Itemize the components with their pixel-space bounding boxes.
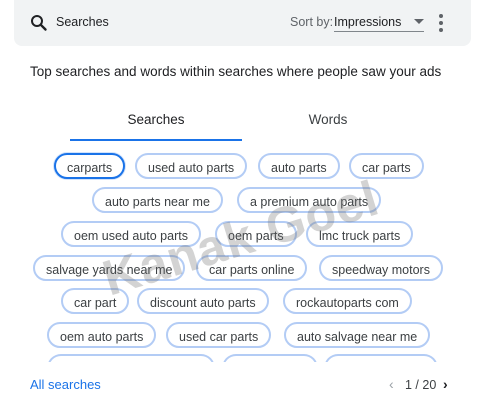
sort-by-value: Impressions xyxy=(334,15,402,29)
search-chip[interactable]: carparts xyxy=(54,153,126,179)
search-chip[interactable]: oem parts xyxy=(215,221,297,247)
header-title: Searches xyxy=(56,15,109,29)
chevron-right-icon[interactable]: › xyxy=(443,376,448,392)
more-vert-icon xyxy=(439,28,443,32)
tab-words[interactable]: Words xyxy=(242,112,414,127)
search-chip[interactable]: car part xyxy=(61,288,130,314)
search-chip[interactable]: salvage yards near me xyxy=(33,255,186,281)
search-chip[interactable]: speedway motors xyxy=(319,255,443,281)
more-vert-icon xyxy=(439,21,443,25)
chevron-left-icon[interactable]: ‹ xyxy=(389,376,394,392)
all-searches-link[interactable]: All searches xyxy=(30,377,101,392)
pagination-text: 1 / 20 xyxy=(405,378,437,392)
search-chip[interactable]: auto parts near me xyxy=(92,187,223,213)
search-chip[interactable]: oem used auto parts xyxy=(61,221,201,247)
search-chip[interactable]: lmc truck parts xyxy=(306,221,414,247)
search-chip[interactable]: oem auto parts xyxy=(47,322,157,348)
search-chip[interactable]: discount auto parts xyxy=(137,288,269,314)
chip-scroll-fade xyxy=(14,362,471,370)
search-chip[interactable]: a premium auto parts xyxy=(237,187,382,213)
sort-by-dropdown[interactable]: Impressions xyxy=(334,13,424,32)
card-header: Searches Sort by: Impressions xyxy=(14,0,471,46)
caret-down-icon xyxy=(414,19,424,24)
more-options-button[interactable] xyxy=(435,13,447,33)
more-vert-icon xyxy=(439,14,443,18)
search-chip[interactable]: car parts xyxy=(349,153,424,179)
search-chip[interactable]: car parts online xyxy=(196,255,308,281)
search-chip[interactable]: auto parts xyxy=(258,153,340,179)
sort-by-label: Sort by: xyxy=(290,15,334,29)
page: Searches Sort by: Impressions Top search… xyxy=(0,0,485,408)
search-icon xyxy=(30,14,48,32)
search-chip[interactable]: rockautoparts com xyxy=(283,288,412,314)
search-chip[interactable]: used car parts xyxy=(166,322,272,348)
search-chip[interactable]: auto salvage near me xyxy=(284,322,431,348)
active-tab-indicator xyxy=(70,139,242,141)
search-chip[interactable]: used auto parts xyxy=(135,153,248,179)
tab-searches[interactable]: Searches xyxy=(70,112,242,127)
card-subtitle: Top searches and words within searches w… xyxy=(30,64,442,79)
